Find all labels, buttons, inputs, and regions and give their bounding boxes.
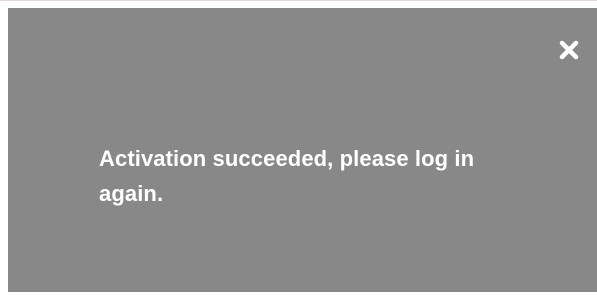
close-button[interactable] [555,36,583,64]
activation-dialog: Activation succeeded, please log in agai… [8,8,597,292]
dialog-message: Activation succeeded, please log in agai… [99,146,475,206]
top-border [0,0,597,8]
close-icon [559,40,579,60]
